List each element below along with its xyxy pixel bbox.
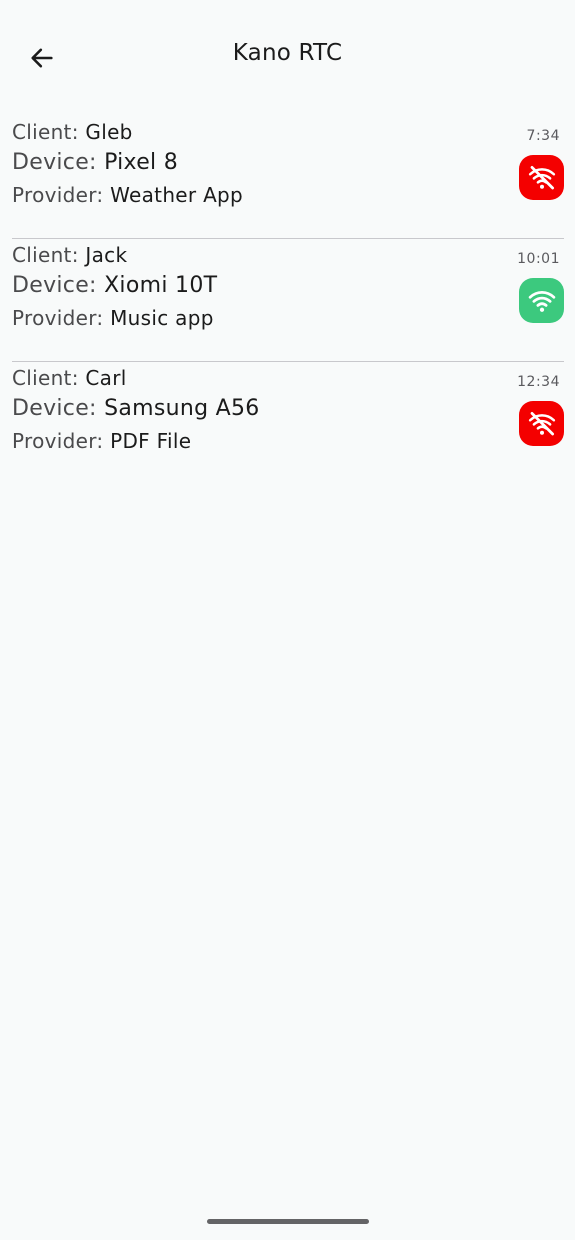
session-time: 12:34 — [517, 374, 560, 390]
provider-name: PDF File — [110, 429, 192, 453]
session-time: 10:01 — [517, 251, 560, 267]
wifi-icon — [528, 290, 555, 312]
client-line: Client: Carl — [12, 366, 127, 390]
provider-line: Provider: Music app — [12, 306, 214, 330]
device-label: Device: — [12, 150, 97, 175]
device-name: Xiomi 10T — [104, 273, 218, 298]
device-line: Device: Pixel 8 — [12, 150, 178, 175]
device-label: Device: — [12, 396, 97, 421]
provider-label: Provider: — [12, 183, 104, 207]
page-title: Kano RTC — [232, 40, 343, 66]
client-label: Client: — [12, 120, 79, 144]
provider-label: Provider: — [12, 429, 104, 453]
status-badge[interactable] — [519, 401, 564, 446]
status-badge[interactable] — [519, 278, 564, 323]
provider-label: Provider: — [12, 306, 104, 330]
provider-line: Provider: PDF File — [12, 429, 191, 453]
device-label: Device: — [12, 273, 97, 298]
list-item[interactable]: Client: Jack Device: Xiomi 10T Provider:… — [12, 239, 564, 362]
device-name: Pixel 8 — [104, 150, 179, 175]
client-name: Carl — [85, 366, 127, 390]
client-label: Client: — [12, 243, 79, 267]
wifi-off-icon — [528, 165, 555, 189]
provider-name: Music app — [110, 306, 214, 330]
client-name: Gleb — [85, 120, 133, 144]
client-label: Client: — [12, 366, 79, 390]
list-item[interactable]: Client: Gleb Device: Pixel 8 Provider: W… — [12, 116, 564, 239]
wifi-off-icon — [528, 411, 555, 435]
client-line: Client: Jack — [12, 243, 127, 267]
home-indicator[interactable] — [207, 1219, 369, 1224]
session-list: Client: Gleb Device: Pixel 8 Provider: W… — [12, 116, 564, 485]
app-bar: Kano RTC — [0, 0, 575, 116]
device-line: Device: Xiomi 10T — [12, 273, 217, 298]
list-item[interactable]: Client: Carl Device: Samsung A56 Provide… — [12, 362, 564, 485]
device-name: Samsung A56 — [104, 396, 260, 421]
provider-name: Weather App — [110, 183, 244, 207]
provider-line: Provider: Weather App — [12, 183, 243, 207]
client-name: Jack — [85, 243, 128, 267]
status-badge[interactable] — [519, 155, 564, 200]
session-time: 7:34 — [526, 128, 560, 144]
client-line: Client: Gleb — [12, 120, 133, 144]
device-line: Device: Samsung A56 — [12, 396, 260, 421]
